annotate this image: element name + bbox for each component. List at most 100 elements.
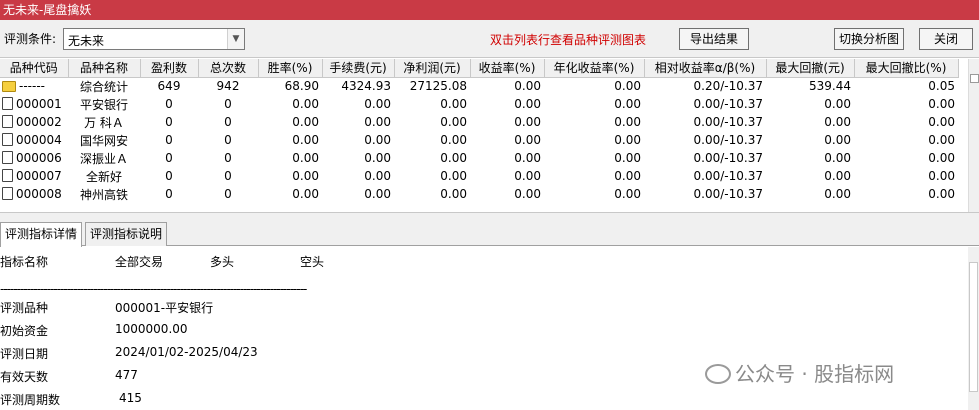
document-icon xyxy=(2,151,13,164)
col-profit-count[interactable]: 盈利数 xyxy=(140,59,199,78)
cell-relative-return: 0.00/-10.37 xyxy=(693,187,763,201)
cell-relative-return: 0.00/-10.37 xyxy=(693,133,763,147)
header-indicator-name: 指标名称 xyxy=(0,255,49,269)
scroll-thumb[interactable] xyxy=(969,262,978,392)
table-row[interactable]: 000002 万 科Ａ 0 0 0.00 0.00 0.00 0.00 0.00… xyxy=(0,113,958,131)
col-total-count[interactable]: 总次数 xyxy=(198,59,259,78)
condition-select[interactable]: 无未来 ▼ xyxy=(63,28,245,50)
cell-code: 000008 xyxy=(0,185,68,203)
cell-net-profit: 0.00 xyxy=(440,97,467,111)
cell-total-count: 0 xyxy=(224,151,232,165)
col-fee[interactable]: 手续费(元) xyxy=(322,59,395,78)
export-button[interactable]: 导出结果 xyxy=(679,28,749,50)
cell-win-rate: 0.00 xyxy=(292,133,319,147)
cell-win-rate: 0.00 xyxy=(292,115,319,129)
cell-annual-return: 0.00 xyxy=(614,133,641,147)
table-row[interactable]: 000007 全新好 0 0 0.00 0.00 0.00 0.00 0.00 … xyxy=(0,167,958,185)
cell-net-profit: 0.00 xyxy=(440,115,467,129)
cell-relative-return: 0.20/-10.37 xyxy=(693,79,763,94)
col-relative-return[interactable]: 相对收益率α/β(%) xyxy=(644,59,767,78)
cell-name: 深振业Ａ xyxy=(79,151,128,166)
col-annual-return[interactable]: 年化收益率(%) xyxy=(544,59,645,78)
cell-return: 0.00 xyxy=(514,187,541,201)
hint-text: 双击列表行查看品种评测图表 xyxy=(490,33,647,47)
table-row[interactable]: ------ 综合统计 649 942 68.90 4324.93 27125.… xyxy=(0,77,958,95)
cell-max-drawdown-ratio: 0.00 xyxy=(928,133,955,147)
detail-scrollbar[interactable] xyxy=(968,247,979,410)
cell-return: 0.00 xyxy=(514,97,541,111)
col-net-profit[interactable]: 净利润(元) xyxy=(394,59,471,78)
cell-fee: 0.00 xyxy=(364,151,391,165)
document-icon xyxy=(2,115,13,128)
col-name[interactable]: 品种名称 xyxy=(68,59,141,78)
cell-profit-count: 0 xyxy=(165,151,173,165)
cell-name: 国华网安 xyxy=(79,133,128,148)
col-code[interactable]: 品种代码 xyxy=(0,59,69,78)
cell-max-drawdown: 0.00 xyxy=(824,169,851,183)
cell-win-rate: 68.90 xyxy=(284,79,319,94)
cell-fee: 0.00 xyxy=(364,187,391,201)
cell-total-count: 942 xyxy=(216,79,240,94)
detail-label: 有效天数 xyxy=(0,370,49,384)
switch-chart-button[interactable]: 切换分析图 xyxy=(834,28,904,50)
col-max-drawdown[interactable]: 最大回撤(元) xyxy=(766,59,855,78)
document-icon xyxy=(2,97,13,110)
tab-indicator-description[interactable]: 评测指标说明 xyxy=(85,222,168,246)
table-row[interactable]: 000006 深振业Ａ 0 0 0.00 0.00 0.00 0.00 0.00… xyxy=(0,149,958,167)
cell-code: 000007 xyxy=(0,167,68,185)
document-icon xyxy=(2,187,13,200)
table-header: 品种代码 品种名称 盈利数 总次数 胜率(%) 手续费(元) 净利润(元) 收益… xyxy=(0,59,959,78)
detail-label: 评测周期数 xyxy=(0,393,61,407)
cell-total-count: 0 xyxy=(224,187,232,201)
col-max-drawdown-ratio[interactable]: 最大回撤比(%) xyxy=(854,59,959,78)
condition-value: 无未来 xyxy=(68,34,105,48)
cell-fee: 4324.93 xyxy=(341,79,391,94)
cell-max-drawdown: 0.00 xyxy=(824,187,851,201)
cell-return: 0.00 xyxy=(514,151,541,165)
chevron-down-icon[interactable]: ▼ xyxy=(227,29,244,49)
cell-max-drawdown-ratio: 0.00 xyxy=(928,169,955,183)
scroll-up-icon[interactable] xyxy=(970,74,979,83)
col-return[interactable]: 收益率(%) xyxy=(470,59,545,78)
header-all-trades: 全部交易 xyxy=(115,255,164,269)
title-bar: 无未来-尾盘擒妖 xyxy=(0,0,979,20)
cell-code: 000001 xyxy=(0,95,68,113)
cell-max-drawdown: 0.00 xyxy=(824,115,851,129)
cell-win-rate: 0.00 xyxy=(292,187,319,201)
cell-relative-return: 0.00/-10.37 xyxy=(693,169,763,183)
cell-max-drawdown-ratio: 0.00 xyxy=(928,151,955,165)
cell-win-rate: 0.00 xyxy=(292,151,319,165)
cell-code: 000002 xyxy=(0,113,68,131)
table-row[interactable]: 000008 神州高铁 0 0 0.00 0.00 0.00 0.00 0.00… xyxy=(0,185,958,203)
cell-net-profit: 27125.08 xyxy=(409,79,467,94)
cell-return: 0.00 xyxy=(514,115,541,129)
tab-bar: 评测指标详情 评测指标说明 xyxy=(0,219,979,247)
table-row[interactable]: 000001 平安银行 0 0 0.00 0.00 0.00 0.00 0.00… xyxy=(0,95,958,113)
cell-profit-count: 0 xyxy=(165,169,173,183)
wechat-icon xyxy=(705,364,731,384)
document-icon xyxy=(2,133,13,146)
table-row[interactable]: 000004 国华网安 0 0 0.00 0.00 0.00 0.00 0.00… xyxy=(0,131,958,149)
detail-value: 1000000.00 xyxy=(115,322,188,336)
table-scrollbar[interactable] xyxy=(968,59,979,212)
cell-code: 000004 xyxy=(0,131,68,149)
cell-return: 0.00 xyxy=(514,133,541,147)
cell-annual-return: 0.00 xyxy=(614,187,641,201)
tab-indicator-details[interactable]: 评测指标详情 xyxy=(0,222,83,247)
folder-icon xyxy=(2,81,16,93)
cell-name: 综合统计 xyxy=(79,79,128,94)
close-button[interactable]: 关闭 xyxy=(919,28,973,50)
cell-fee: 0.00 xyxy=(364,133,391,147)
cell-annual-return: 0.00 xyxy=(614,151,641,165)
cell-fee: 0.00 xyxy=(364,97,391,111)
pane-splitter[interactable] xyxy=(0,212,979,219)
col-win-rate[interactable]: 胜率(%) xyxy=(258,59,323,78)
cell-max-drawdown-ratio: 0.00 xyxy=(928,97,955,111)
detail-label: 评测品种 xyxy=(0,301,49,315)
cell-profit-count: 0 xyxy=(165,97,173,111)
cell-net-profit: 0.00 xyxy=(440,169,467,183)
detail-label: 初始资金 xyxy=(0,324,49,338)
cell-max-drawdown-ratio: 0.05 xyxy=(928,79,955,94)
cell-fee: 0.00 xyxy=(364,169,391,183)
cell-relative-return: 0.00/-10.37 xyxy=(693,115,763,129)
